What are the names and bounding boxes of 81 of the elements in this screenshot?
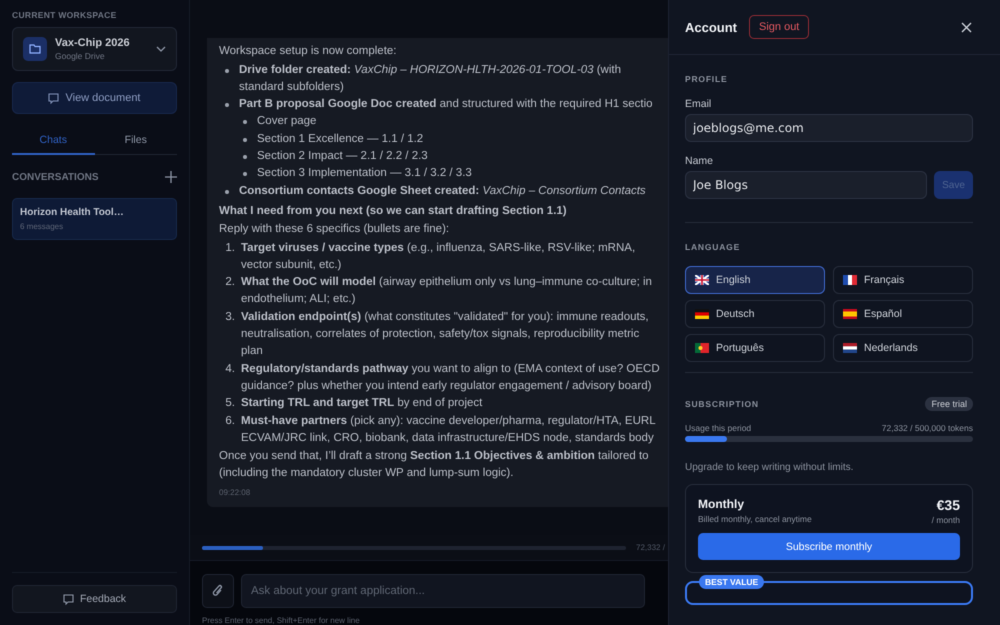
paperclip-icon: [212, 584, 224, 598]
list-item-text: Target viruses / vaccine types (e.g., influenza, SARS-like, RSV-like; mRNA, vector subunit, etc.): [241, 240, 636, 273]
conversation-item[interactable]: Horizon Health Tool… 6 messages: [12, 198, 177, 240]
message-input[interactable]: Ask about your grant application...: [241, 574, 645, 608]
list-item-text: Regulatory/standards pathway you want to align to (EMA context of use? OECD guidance? plus whether you intend early regulator engagement / advisory board): [241, 362, 661, 394]
bullet-icon: [243, 155, 247, 160]
message-text: Once you send that, I’ll draft a strong Section 1.1 Objectives & ambition tailored to (including the mandatory cluster WP and lump-sum logic).: [219, 449, 650, 482]
subscribe-button[interactable]: Subscribe monthly: [698, 533, 960, 560]
message-text: Workspace setup is now complete:: [219, 44, 398, 60]
message-text: Reply with these 6 specifics (bullets are fine):: [219, 222, 450, 238]
flag-icon: [695, 275, 709, 285]
view-document-button[interactable]: View document: [12, 82, 177, 114]
list-item-text: Starting TRL and target TRL by end of project: [241, 396, 484, 412]
section-label: PROFILE: [685, 74, 728, 84]
input-hint: Press Enter to send, Shift+Enter for new line: [201, 615, 361, 625]
list-item-text: Section 2 Impact — 2.1 / 2.2 / 2.3: [257, 149, 429, 164]
list-number: 1.: [224, 240, 235, 256]
field-label: Name: [685, 155, 714, 167]
language-option[interactable]: Français: [833, 266, 973, 294]
message-count: 6 messages: [20, 222, 64, 231]
usage-reading: 72,332 /: [636, 543, 665, 552]
section-label: SUBSCRIPTION: [685, 399, 759, 409]
list-item-text: Cover page: [257, 114, 318, 130]
upgrade-text: Upgrade to keep writing without limits.: [685, 462, 854, 473]
bullet-icon: [225, 68, 229, 73]
flag-icon: [843, 275, 857, 285]
list-number: 5.: [224, 396, 235, 412]
workspace-selector[interactable]: Vax-Chip 2026 Google Drive: [12, 27, 177, 71]
flag-icon: [843, 309, 857, 319]
plus-icon[interactable]: [165, 171, 177, 183]
chevron-down-icon: [156, 46, 166, 52]
bullet-icon: [225, 103, 229, 108]
flag-icon: [695, 309, 709, 319]
best-value-badge: BEST VALUE: [699, 575, 764, 589]
plan-price: €35: [936, 497, 960, 513]
list-number: 2.: [224, 275, 235, 290]
list-number: 6.: [224, 414, 235, 429]
language-option[interactable]: Deutsch: [685, 300, 825, 328]
section-label: CURRENT WORKSPACE: [12, 10, 118, 20]
list-item-text: What the OoC will model (airway epithelium only vs lung–immune co-culture; in endothelium; ALI; etc.): [241, 275, 653, 308]
workspace-name: Vax-Chip 2026: [55, 37, 131, 49]
email-field[interactable]: joeblogs@me.com: [685, 114, 973, 142]
list-item-text: Section 1 Excellence — 1.1 / 1.2: [257, 132, 424, 147]
flag-icon: [843, 343, 857, 353]
folder-icon: [23, 37, 47, 61]
list-number: 3.: [224, 310, 235, 325]
list-item-text: Section 3 Implementation — 3.1 / 3.2 / 3.3: [257, 166, 473, 182]
plan-period: / month: [932, 515, 960, 525]
comment-icon: [62, 594, 74, 604]
list-item-text: Part B proposal Google Doc created and structured with the required H1 sectio: [239, 97, 654, 112]
attach-button[interactable]: [202, 574, 234, 608]
language-option[interactable]: Nederlands: [833, 334, 973, 362]
usage-reading: 72,332 / 500,000 tokens: [882, 423, 973, 433]
language-option[interactable]: Português: [685, 334, 825, 362]
language-option[interactable]: Español: [833, 300, 973, 328]
comment-icon: [48, 92, 60, 104]
workspace-provider: Google Drive: [55, 51, 106, 61]
section-label: CONVERSATIONS: [12, 172, 98, 182]
flag-icon: [695, 343, 709, 353]
plan-name: Monthly: [698, 497, 745, 511]
usage-label: Usage this period: [685, 423, 752, 433]
feedback-button[interactable]: Feedback: [12, 585, 177, 613]
message-time: 09:22:08: [219, 486, 252, 499]
conversation-title: Horizon Health Tool…: [20, 207, 125, 218]
bullet-icon: [243, 138, 247, 142]
section-label: LANGUAGE: [685, 242, 742, 252]
bullet-icon: [225, 190, 229, 194]
list-number: 4.: [224, 362, 235, 377]
bullet-icon: [243, 120, 247, 124]
close-icon[interactable]: [961, 22, 972, 32]
language-option[interactable]: English: [685, 266, 825, 294]
bullet-icon: [243, 172, 247, 176]
panel-title: Account: [685, 20, 737, 34]
tab[interactable]: Files: [94, 128, 177, 155]
list-item-text: Drive folder created: VaxChip – HORIZON-HLTH-2026-01-TOOL-03 (with standard subfolders): [239, 62, 622, 95]
plan-badge: Free trial: [925, 397, 973, 411]
plan-billing: Billed monthly, cancel anytime: [698, 514, 812, 524]
message-heading: What I need from you next (so we can start drafting Section 1.1): [219, 204, 568, 219]
sign-out-button[interactable]: Sign out: [749, 15, 810, 39]
field-label: Email: [685, 98, 712, 110]
list-item-text: Consortium contacts Google Sheet created: VaxChip – Consortium Contacts: [239, 184, 647, 199]
